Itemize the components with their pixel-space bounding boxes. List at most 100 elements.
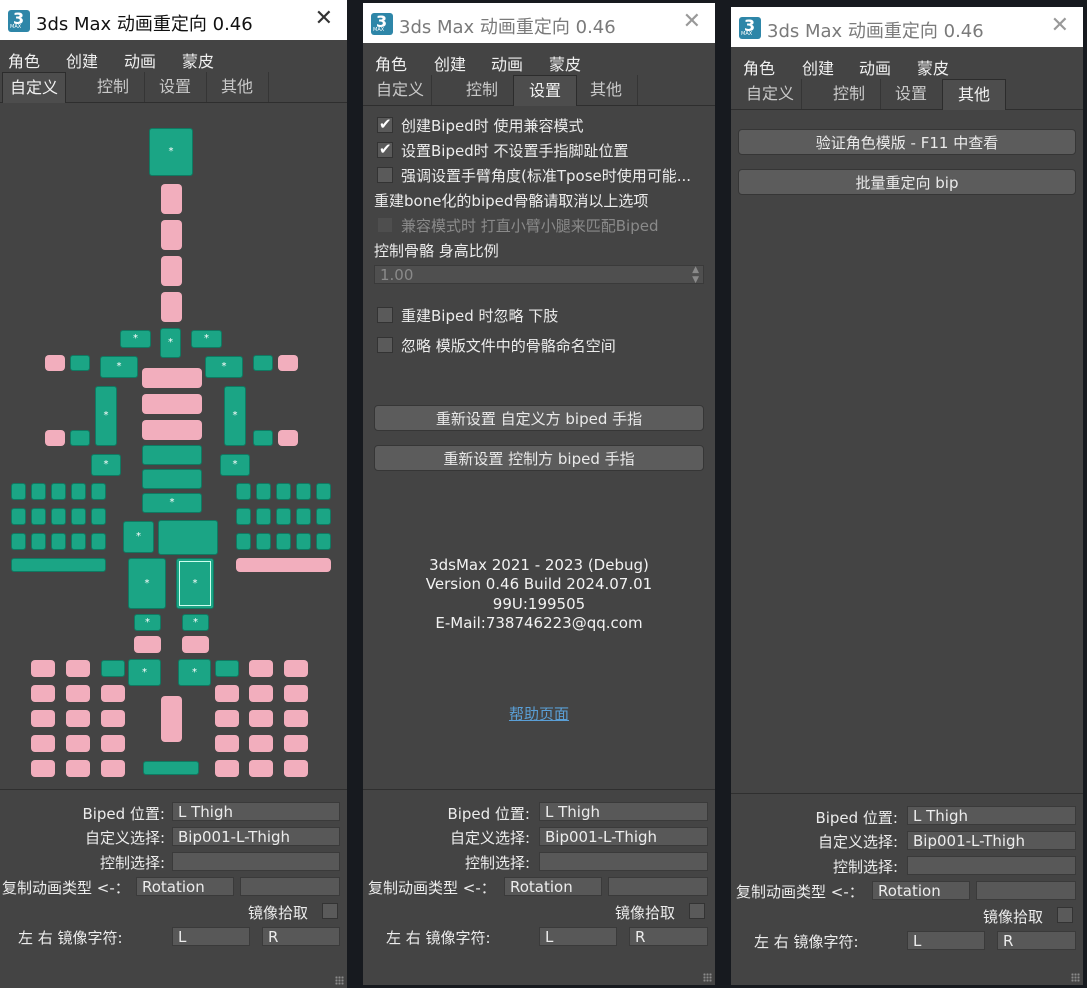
- menu-create[interactable]: 创建: [802, 55, 834, 79]
- biped-r-toe[interactable]: [101, 760, 125, 777]
- mirror-right-field[interactable]: R: [629, 927, 708, 946]
- mirror-right-field[interactable]: R: [997, 931, 1076, 950]
- biped-l-finger[interactable]: [296, 483, 311, 500]
- biped-l-toe[interactable]: [284, 685, 308, 702]
- biped-l-toe[interactable]: [215, 710, 239, 727]
- biped-r-toe[interactable]: [31, 760, 55, 777]
- biped-r-toe[interactable]: [66, 685, 90, 702]
- control-select-field[interactable]: [172, 852, 340, 871]
- biped-l-toe[interactable]: [249, 685, 273, 702]
- biped-r-prop-1[interactable]: [45, 355, 65, 371]
- custom-select-field[interactable]: Bip001-L-Thigh: [539, 827, 708, 846]
- copy-type-extra-field[interactable]: [240, 877, 340, 896]
- biped-l-finger[interactable]: [256, 533, 271, 550]
- menu-skin[interactable]: 蒙皮: [182, 48, 214, 72]
- biped-neck[interactable]: *: [160, 328, 181, 358]
- biped-ponytail-1[interactable]: [161, 184, 182, 214]
- biped-r-toe[interactable]: [101, 660, 125, 677]
- biped-l-finger[interactable]: [316, 533, 331, 550]
- biped-l-tail[interactable]: [236, 558, 331, 572]
- biped-l-upperarm-twist[interactable]: [253, 355, 273, 371]
- biped-l-finger[interactable]: [276, 533, 291, 550]
- tab-other[interactable]: 其他: [942, 79, 1006, 110]
- biped-l-toe[interactable]: [249, 735, 273, 752]
- verify-template-button[interactable]: 验证角色模版 - F11 中查看: [738, 129, 1076, 155]
- menu-character[interactable]: 角色: [743, 55, 775, 79]
- biped-com[interactable]: *: [123, 521, 154, 553]
- biped-spine-5[interactable]: [142, 368, 202, 388]
- biped-r-finger[interactable]: [31, 483, 46, 500]
- biped-r-clavicle[interactable]: *: [120, 330, 151, 348]
- biped-r-finger[interactable]: [11, 483, 26, 500]
- biped-r-hand[interactable]: *: [91, 454, 121, 476]
- biped-r-finger[interactable]: [51, 483, 66, 500]
- mirror-pick-checkbox[interactable]: [1057, 907, 1073, 923]
- mirror-pick-checkbox[interactable]: [322, 903, 338, 919]
- tab-settings[interactable]: 设置: [144, 72, 207, 102]
- biped-l-finger[interactable]: [296, 533, 311, 550]
- custom-select-field[interactable]: Bip001-L-Thigh: [172, 827, 340, 846]
- tab-other[interactable]: 其他: [575, 75, 638, 105]
- copy-type-field[interactable]: Rotation: [504, 877, 602, 896]
- biped-r-toe[interactable]: [66, 660, 90, 677]
- biped-ponytail-4[interactable]: [161, 292, 182, 322]
- biped-r-finger[interactable]: [91, 508, 106, 525]
- biped-r-calf[interactable]: *: [134, 614, 161, 631]
- biped-r-toe[interactable]: [101, 685, 125, 702]
- biped-r-finger[interactable]: [91, 533, 106, 550]
- biped-l-toe[interactable]: [249, 710, 273, 727]
- biped-r-toe[interactable]: [66, 710, 90, 727]
- mirror-left-field[interactable]: L: [907, 931, 985, 950]
- biped-ponytail-2[interactable]: [161, 220, 182, 250]
- biped-l-toe[interactable]: [284, 760, 308, 777]
- copy-type-field[interactable]: Rotation: [872, 881, 970, 900]
- biped-pos-field[interactable]: L Thigh: [539, 802, 708, 821]
- biped-pelvis[interactable]: [158, 520, 218, 555]
- biped-r-finger[interactable]: [51, 508, 66, 525]
- resize-grip-icon[interactable]: [703, 973, 712, 982]
- tab-settings[interactable]: 设置: [880, 79, 943, 109]
- close-icon[interactable]: ✕: [1051, 13, 1069, 38]
- resize-grip-icon[interactable]: [335, 976, 344, 985]
- biped-l-forearm[interactable]: *: [224, 386, 246, 446]
- tab-control[interactable]: 控制: [451, 75, 514, 105]
- biped-r-finger[interactable]: [91, 483, 106, 500]
- tab-control[interactable]: 控制: [818, 79, 881, 109]
- biped-prop-3[interactable]: [161, 696, 182, 742]
- biped-r-foot[interactable]: *: [128, 659, 161, 686]
- control-select-field[interactable]: [907, 856, 1076, 875]
- biped-spine-3[interactable]: [142, 420, 202, 440]
- opt-ignore-legs-checkbox[interactable]: [377, 307, 393, 323]
- menu-character[interactable]: 角色: [375, 51, 407, 75]
- biped-r-finger[interactable]: [31, 508, 46, 525]
- biped-spine-2[interactable]: [142, 445, 202, 465]
- biped-l-toe[interactable]: [215, 660, 239, 677]
- reset-custom-fingers-button[interactable]: 重新设置 自定义方 biped 手指: [374, 405, 704, 431]
- biped-l-toe[interactable]: [284, 710, 308, 727]
- biped-r-upperarm[interactable]: *: [100, 356, 138, 378]
- biped-r-calf-twist[interactable]: [134, 636, 161, 653]
- opt-arm-angle-checkbox[interactable]: [377, 167, 393, 183]
- resize-grip-icon[interactable]: [1071, 973, 1080, 982]
- biped-r-forearm-twist[interactable]: [70, 430, 90, 446]
- copy-type-extra-field[interactable]: [976, 881, 1076, 900]
- biped-l-toe[interactable]: [249, 660, 273, 677]
- biped-r-toe[interactable]: [31, 685, 55, 702]
- biped-r-finger[interactable]: [31, 533, 46, 550]
- opt-compat-mode-checkbox[interactable]: [377, 115, 393, 133]
- biped-r-finger[interactable]: [71, 508, 86, 525]
- biped-r-tail[interactable]: [11, 558, 106, 572]
- biped-l-toe[interactable]: [249, 760, 273, 777]
- biped-l-thigh[interactable]: *: [176, 558, 214, 609]
- biped-r-finger[interactable]: [11, 533, 26, 550]
- biped-r-toe[interactable]: [101, 735, 125, 752]
- biped-l-hand[interactable]: *: [220, 454, 250, 476]
- menu-create[interactable]: 创建: [66, 48, 98, 72]
- tab-custom[interactable]: 自定义: [2, 72, 66, 103]
- copy-type-field[interactable]: Rotation: [136, 877, 234, 896]
- tab-custom[interactable]: 自定义: [369, 75, 432, 105]
- biped-l-prop-2[interactable]: [278, 430, 298, 446]
- custom-select-field[interactable]: Bip001-L-Thigh: [907, 831, 1076, 850]
- biped-r-finger[interactable]: [51, 533, 66, 550]
- biped-l-finger[interactable]: [276, 508, 291, 525]
